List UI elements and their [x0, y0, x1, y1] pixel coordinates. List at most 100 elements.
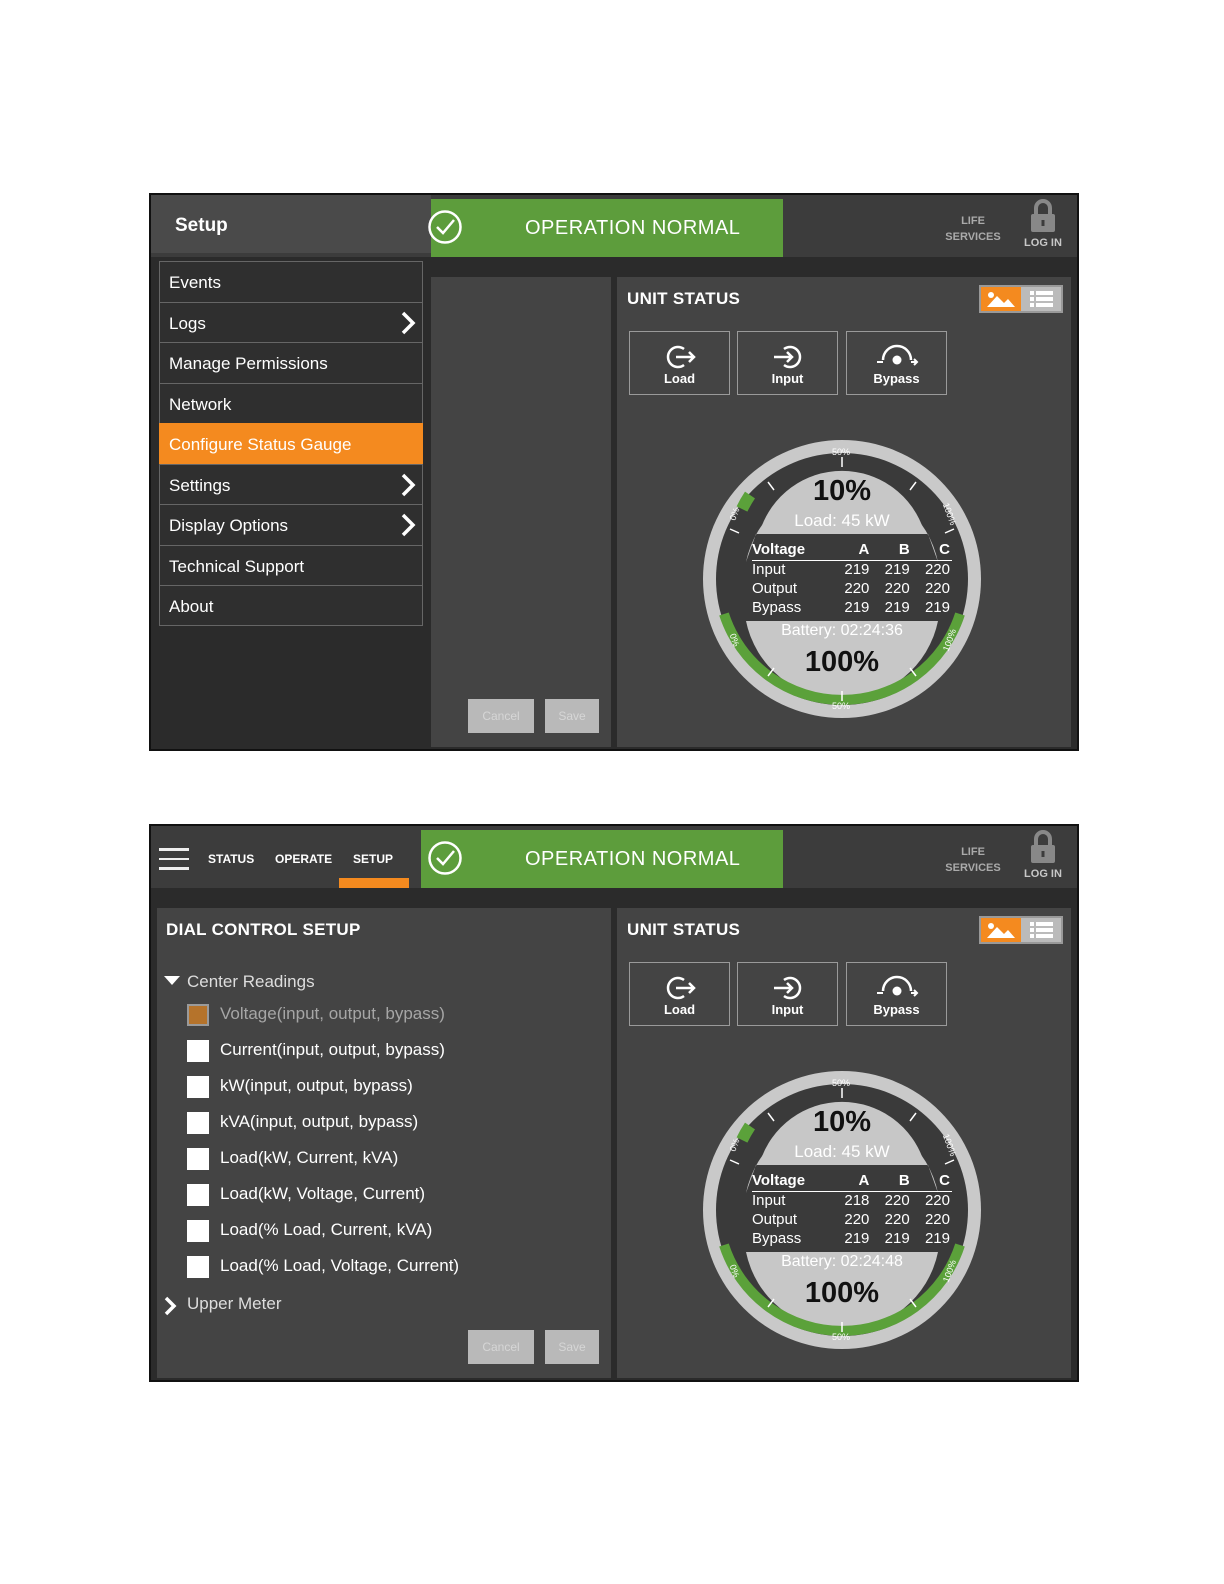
setup-menu-screenshot: Setup OPERATION NORMAL LIFE SERVICES LOG …: [149, 193, 1079, 751]
life-services-button[interactable]: LIFE SERVICES: [941, 213, 1005, 245]
phase-b-header: B: [871, 1172, 912, 1192]
phase-a-header: A: [831, 1172, 872, 1192]
option-label: Current(input, output, bypass): [220, 1040, 445, 1059]
cell: 219: [924, 598, 950, 616]
menu-item-about[interactable]: About: [159, 585, 423, 626]
bypass-button[interactable]: Bypass: [846, 962, 947, 1026]
menu-item-logs[interactable]: Logs: [159, 301, 423, 342]
cancel-button[interactable]: Cancel: [468, 1330, 534, 1364]
menu-item-label: Technical Support: [169, 556, 305, 576]
tab-setup[interactable]: SETUP: [353, 852, 393, 866]
chevron-right-icon: [401, 311, 416, 334]
hamburger-icon[interactable]: [159, 848, 189, 870]
option-load-pct-voltage-current[interactable]: Load(% Load, Voltage, Current): [187, 1255, 487, 1279]
chevron-right-icon: [401, 513, 416, 537]
option-voltage[interactable]: Voltage(input, output, bypass): [187, 1003, 487, 1027]
config-panel: Cancel Save: [431, 277, 611, 747]
image-view-icon[interactable]: [981, 287, 1021, 311]
operation-status-banner: OPERATION NORMAL: [421, 830, 783, 888]
cell: 220: [844, 1210, 870, 1228]
load-button[interactable]: Load: [629, 331, 730, 395]
bypass-icon: [876, 975, 918, 997]
menu-item-display-options[interactable]: Display Options: [159, 504, 423, 545]
menu-item-configure-status-gauge[interactable]: Configure Status Gauge: [159, 423, 423, 464]
gauge-tick-top: 50%: [832, 1078, 851, 1088]
load-button[interactable]: Load: [629, 962, 730, 1026]
menu-item-events[interactable]: Events: [159, 261, 423, 302]
cell: 219: [884, 1229, 910, 1247]
input-button[interactable]: Input: [737, 331, 838, 395]
check-circle-icon: [428, 841, 462, 875]
login-button[interactable]: LOG IN: [1017, 199, 1069, 249]
checkbox[interactable]: [187, 1076, 209, 1098]
voltage-table-header: Voltage A B C: [752, 1172, 952, 1192]
load-kw: Load: 45 kW: [794, 1142, 890, 1161]
cancel-button[interactable]: Cancel: [468, 699, 534, 733]
save-button[interactable]: Save: [545, 1330, 599, 1364]
checkbox[interactable]: [187, 1112, 209, 1134]
option-label: kVA(input, output, bypass): [220, 1112, 419, 1131]
row-label: Output: [752, 1210, 798, 1228]
load-button-label: Load: [663, 1002, 696, 1017]
cell: 220: [844, 579, 870, 597]
row-label: Bypass: [752, 1229, 802, 1247]
checkbox[interactable]: [187, 1040, 209, 1062]
gauge-tick-bottom: 50%: [832, 1332, 851, 1342]
cell: 220: [924, 579, 950, 597]
voltage-table: Voltage A B C Input 219 219 220 Output 220 22…: [752, 541, 952, 617]
battery-percent: 100%: [804, 646, 880, 678]
gauge-tick-bottom: 50%: [832, 701, 851, 711]
save-button[interactable]: Save: [545, 699, 599, 733]
option-kw[interactable]: kW(input, output, bypass): [187, 1075, 487, 1099]
unit-status-panel: UNIT STATUS Load Input Bypass 50% 50% 0%…: [617, 908, 1071, 1378]
table-row: Output 220 220 220: [752, 1210, 952, 1229]
tab-status[interactable]: STATUS: [208, 852, 254, 866]
chevron-down-icon: [164, 976, 180, 985]
lock-icon: [1031, 199, 1055, 232]
load-percent: 10%: [812, 475, 872, 507]
bypass-button-label: Bypass: [873, 1002, 920, 1017]
image-view-icon[interactable]: [981, 918, 1021, 942]
checkbox[interactable]: [187, 1148, 209, 1170]
menu-item-network[interactable]: Network: [159, 382, 423, 423]
checkbox[interactable]: [187, 1004, 209, 1026]
load-icon: [666, 345, 696, 369]
checkbox[interactable]: [187, 1220, 209, 1242]
life-label: LIFE: [961, 215, 985, 227]
input-button[interactable]: Input: [737, 962, 838, 1026]
menu-item-label: Manage Permissions: [169, 354, 328, 373]
center-readings-label: Center Readings: [187, 972, 315, 991]
services-label: SERVICES: [945, 862, 1001, 874]
list-view-icon[interactable]: [1021, 287, 1061, 311]
checkbox[interactable]: [187, 1256, 209, 1278]
option-current[interactable]: Current(input, output, bypass): [187, 1039, 487, 1063]
view-toggle[interactable]: [979, 285, 1063, 313]
menu-item-technical-support[interactable]: Technical Support: [159, 544, 423, 585]
menu-item-label: Display Options: [169, 516, 289, 535]
menu-item-settings[interactable]: Settings: [159, 463, 423, 504]
checkbox[interactable]: [187, 1184, 209, 1206]
login-button[interactable]: LOG IN: [1017, 830, 1069, 880]
tab-operate[interactable]: OPERATE: [275, 852, 332, 866]
option-load-pct-current-kva[interactable]: Load(% Load, Current, kVA): [187, 1219, 487, 1243]
life-services-button[interactable]: LIFE SERVICES: [941, 844, 1005, 876]
option-label: Load(% Load, Voltage, Current): [220, 1256, 460, 1275]
cell: 219: [844, 560, 870, 578]
battery-time: Battery: 02:24:48: [781, 1253, 903, 1270]
battery-percent: 100%: [804, 1277, 880, 1309]
view-toggle[interactable]: [979, 916, 1063, 944]
row-label: Input: [752, 1191, 786, 1209]
chevron-right-icon: [401, 473, 416, 496]
option-kva[interactable]: kVA(input, output, bypass): [187, 1111, 487, 1135]
voltage-table: Voltage A B C Input 218 220 220 Output 220 22…: [752, 1172, 952, 1248]
input-icon: [773, 345, 801, 369]
list-view-icon[interactable]: [1021, 918, 1061, 942]
load-percent: 10%: [812, 1106, 872, 1138]
option-label: Voltage(input, output, bypass): [220, 1004, 445, 1023]
services-label: SERVICES: [945, 231, 1001, 243]
option-load-kw-current-kva[interactable]: Load(kW, Current, kVA): [187, 1147, 487, 1171]
menu-item-manage-permissions[interactable]: Manage Permissions: [159, 342, 423, 383]
chevron-right-icon: [164, 1296, 177, 1316]
option-load-kw-voltage-current[interactable]: Load(kW, Voltage, Current): [187, 1183, 487, 1207]
bypass-button[interactable]: Bypass: [846, 331, 947, 395]
